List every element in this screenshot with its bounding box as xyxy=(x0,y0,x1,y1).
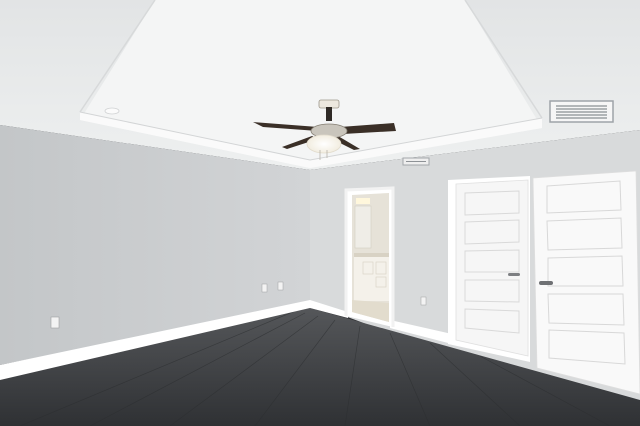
air-vent-icon xyxy=(549,100,614,123)
door-handle-icon[interactable] xyxy=(539,281,553,285)
closet-door-left[interactable] xyxy=(455,179,529,357)
vanity-light-icon xyxy=(356,198,370,204)
electrical-outlet-icon xyxy=(277,281,284,291)
empty-bedroom-scene xyxy=(0,0,640,426)
bathroom-mirror xyxy=(354,205,372,249)
electrical-outlet-icon xyxy=(50,316,60,329)
electrical-outlet-icon xyxy=(420,296,427,306)
electrical-outlet-icon xyxy=(261,283,268,293)
ceiling-smoke-detector-icon xyxy=(104,107,120,115)
door-handle-icon[interactable] xyxy=(508,273,520,276)
bathroom-doorway[interactable] xyxy=(344,186,395,327)
fan-light-icon xyxy=(306,134,342,154)
air-vent-icon xyxy=(402,157,430,166)
